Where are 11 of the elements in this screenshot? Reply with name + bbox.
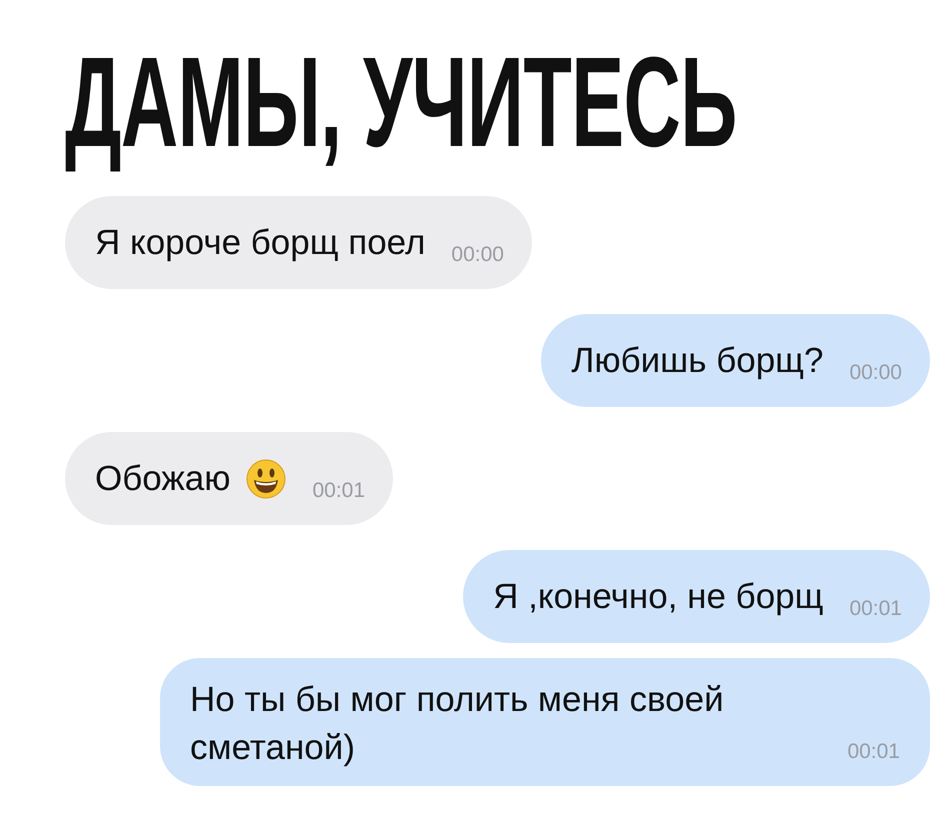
meme-title: ДАМЫ, УЧИТЕСЬ	[65, 33, 737, 173]
message-text: Обожаю	[95, 458, 230, 498]
message-time: 00:01	[849, 597, 902, 621]
message-text: Любишь борщ?	[571, 340, 824, 380]
message-text: Я ,конечно, не борщ	[493, 576, 824, 616]
message-time: 00:00	[849, 361, 902, 385]
message-text: Но ты бы мог полить меня своей сметаной)	[190, 679, 725, 769]
message-time: 00:00	[451, 243, 504, 267]
message-time: 00:01	[847, 740, 900, 764]
message-time: 00:01	[312, 479, 366, 503]
message-text: Я короче борщ поел	[95, 222, 426, 262]
